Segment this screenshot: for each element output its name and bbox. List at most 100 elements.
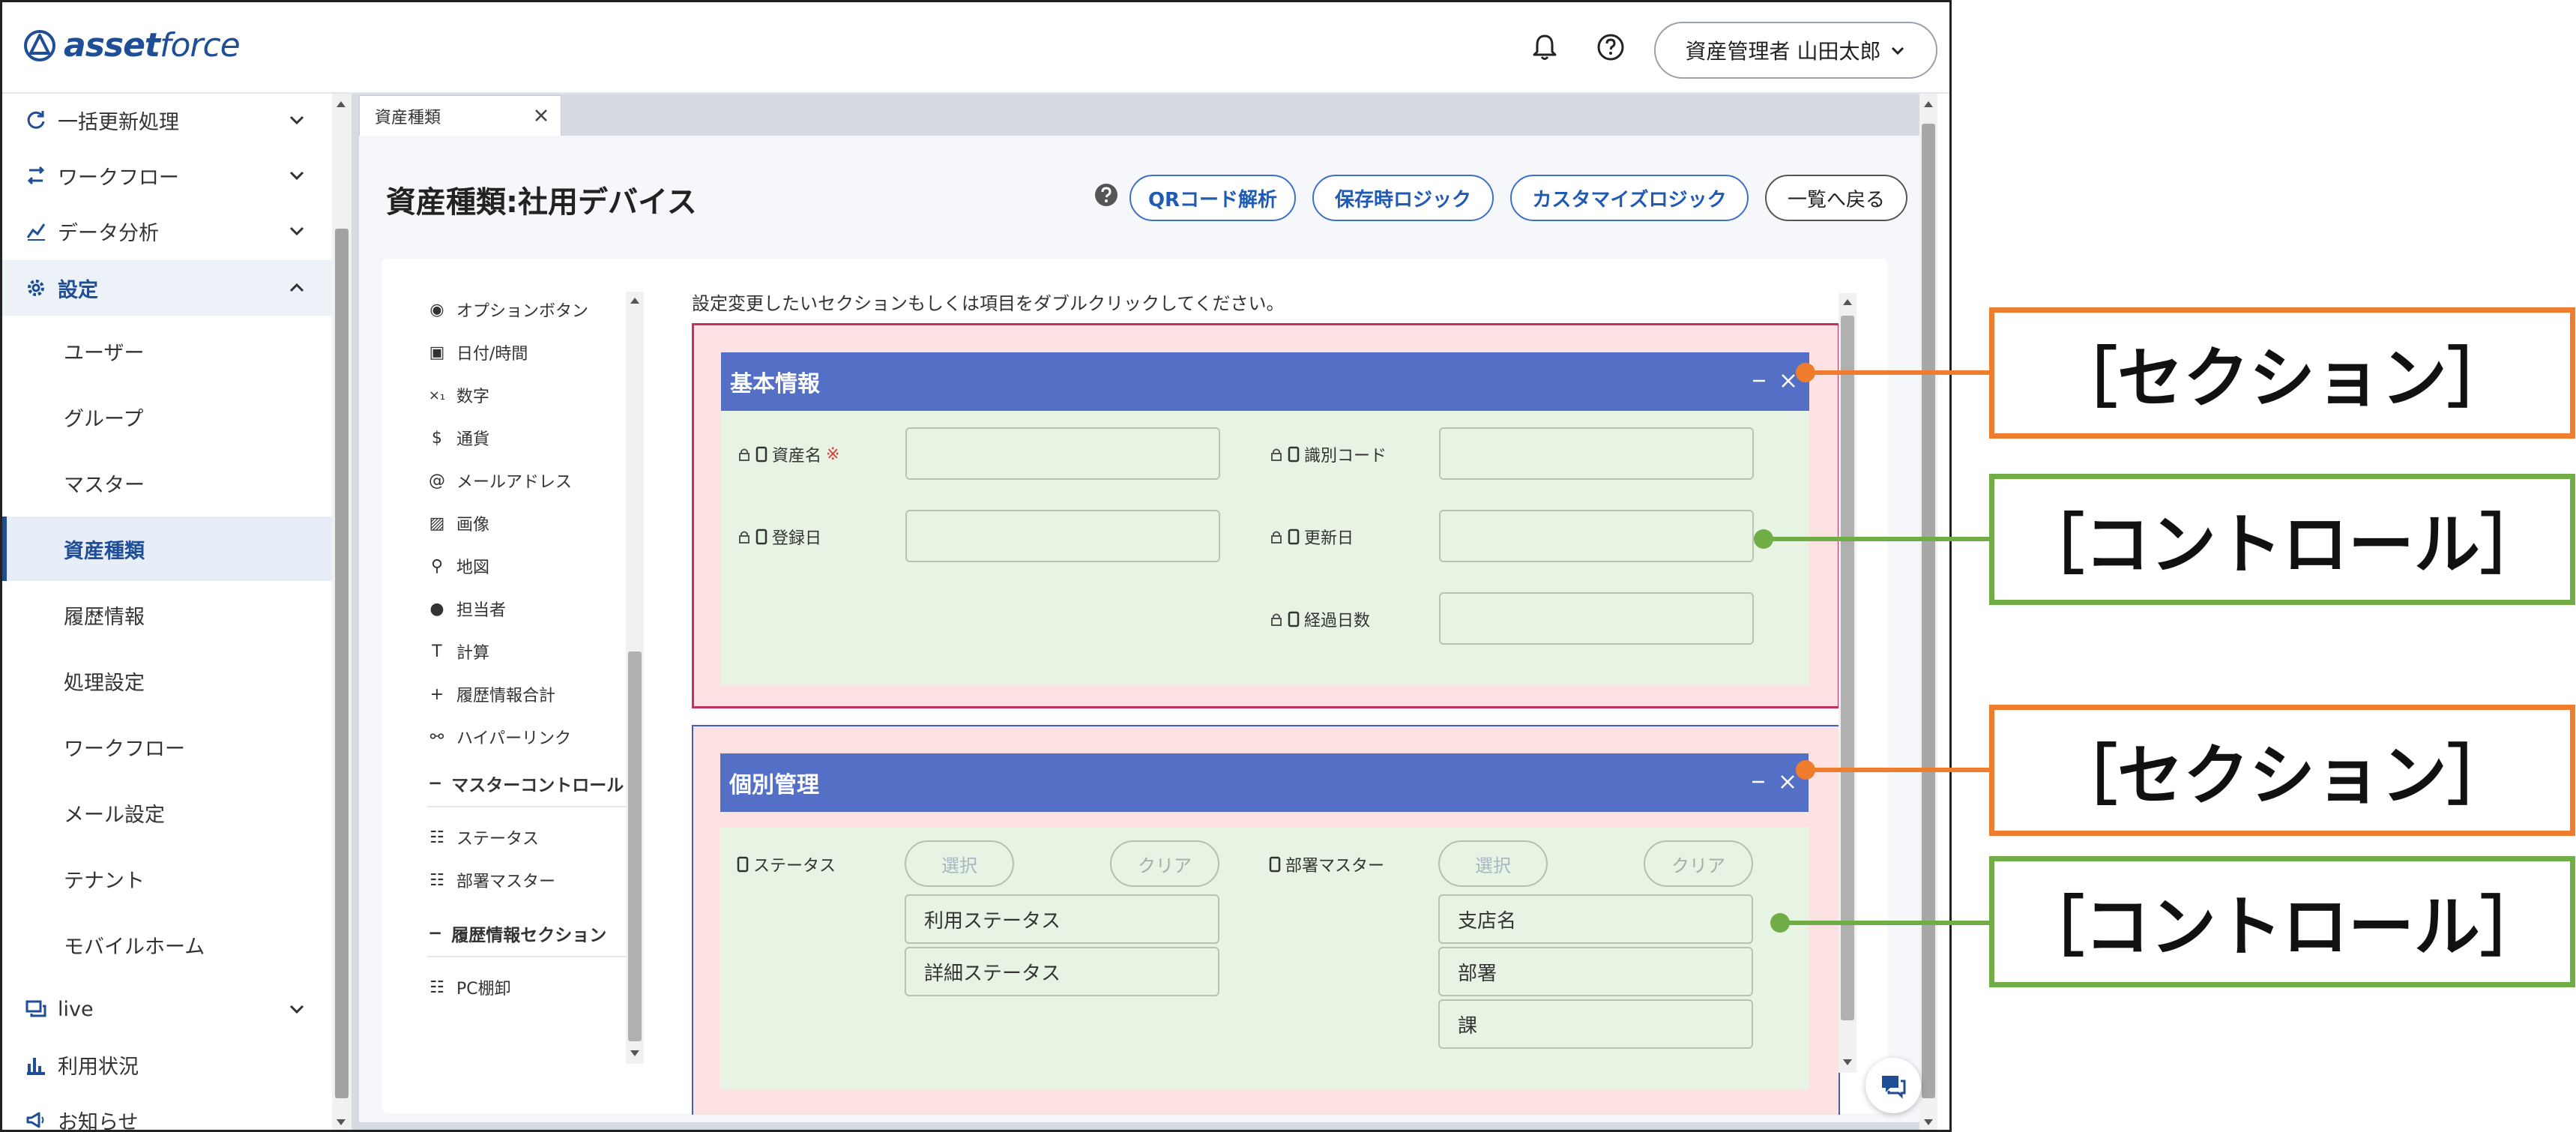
palette-item-status[interactable]: ☷ ステータス	[428, 822, 539, 852]
sidebar-item-news[interactable]: お知らせ	[2, 1094, 332, 1130]
palette-item-label: 画像	[456, 516, 490, 535]
help-icon[interactable]	[1596, 32, 1626, 62]
chevron-up-icon	[289, 283, 304, 292]
scroll-up-arrow-icon[interactable]	[630, 298, 639, 304]
sidebar-item-settings[interactable]: 設定	[2, 260, 332, 316]
field-label-asset-name[interactable]: 資産名 ※	[737, 439, 839, 469]
mobile-icon	[755, 446, 767, 463]
qr-code-analysis-button[interactable]: QRコード解析	[1129, 175, 1296, 221]
sidebar-item-workflow[interactable]: ワークフロー	[2, 149, 332, 202]
instruction-text: 設定変更したいセクションもしくは項目をダブルクリックしてください。	[692, 293, 1285, 314]
palette-item-image[interactable]: ▨ 画像	[428, 508, 489, 538]
dept-clear-button[interactable]: クリア	[1644, 840, 1753, 887]
palette-item-label: 通貨	[456, 430, 490, 449]
palette-item-datetime[interactable]: ▣ 日付/時間	[428, 337, 528, 367]
bell-icon[interactable]	[1530, 32, 1560, 62]
plus-icon: +	[429, 684, 444, 704]
palette-item-hyperlink[interactable]: ⚯ ハイパーリンク	[428, 722, 571, 752]
scroll-down-arrow-icon[interactable]	[337, 1119, 346, 1125]
dept-select-button[interactable]: 選択	[1438, 840, 1548, 887]
palette-item-history-total[interactable]: + 履歴情報合計	[428, 679, 555, 709]
scroll-up-arrow-icon[interactable]	[1843, 299, 1852, 305]
sidebar-item-processing[interactable]: 処理設定	[2, 648, 332, 713]
palette-item-number[interactable]: ×₁ 数字	[428, 380, 489, 410]
close-icon[interactable]	[532, 106, 550, 124]
field-label-dept-master[interactable]: 部署マスター	[1269, 849, 1384, 879]
section-basic-info[interactable]: 基本情報 資産名 ※ 識別コード 登録日 更新日 経過日数	[692, 323, 1840, 708]
palette-group-history[interactable]: − 履歴情報セクション	[428, 918, 606, 948]
sidebar-item-mail[interactable]: メール設定	[2, 780, 332, 845]
sidebar-item-live[interactable]: live	[2, 983, 332, 1035]
scroll-down-arrow-icon[interactable]	[1843, 1059, 1852, 1065]
dept-sub-field[interactable]: 部署	[1438, 947, 1753, 996]
palette-group-master[interactable]: − マスターコントロール	[428, 768, 624, 798]
sidebar-item-tenant[interactable]: テナント	[2, 846, 332, 911]
sidebar-item-mobile-home[interactable]: モバイルホーム	[2, 912, 332, 977]
status-select-button[interactable]: 選択	[905, 840, 1014, 887]
sidebar-scroll-thumb[interactable]	[335, 229, 349, 1098]
scroll-up-arrow-icon[interactable]	[1924, 101, 1933, 107]
minimize-icon[interactable]	[1749, 771, 1768, 791]
scroll-down-arrow-icon[interactable]	[630, 1050, 639, 1056]
sidebar-item-groups[interactable]: グループ	[2, 385, 332, 449]
palette-item-option-button[interactable]: ◉ オプションボタン	[428, 295, 588, 325]
palette-item-email[interactable]: @ メールアドレス	[428, 466, 572, 496]
sidebar-item-asset-types[interactable]: 資産種類	[2, 517, 332, 581]
palette-scroll-thumb[interactable]	[628, 651, 642, 1041]
close-icon[interactable]	[1777, 771, 1798, 792]
main-scroll-thumb[interactable]	[1922, 124, 1935, 1098]
sidebar-item-label: データ分析	[58, 221, 159, 245]
tab-asset-types[interactable]: 資産種類	[359, 95, 561, 136]
layout-scroll-thumb[interactable]	[1841, 316, 1854, 1020]
section-header[interactable]: 個別管理	[720, 753, 1809, 812]
palette-item-dept-master[interactable]: ☷ 部署マスター	[428, 865, 555, 895]
main-scrollbar[interactable]	[1919, 94, 1937, 1130]
asset-name-input[interactable]	[905, 427, 1220, 480]
field-label-id-code[interactable]: 識別コード	[1270, 439, 1387, 469]
sidebar-item-workflow-settings[interactable]: ワークフロー	[2, 714, 332, 779]
sidebar-item-master[interactable]: マスター	[2, 451, 332, 515]
sidebar-item-analytics[interactable]: データ分析	[2, 205, 332, 257]
scroll-up-arrow-icon[interactable]	[337, 101, 346, 107]
field-label-elapsed-days[interactable]: 経過日数	[1270, 604, 1370, 634]
back-to-list-button[interactable]: 一覧へ戻る	[1765, 175, 1907, 221]
elapsed-days-input[interactable]	[1439, 592, 1754, 645]
palette-item-assignee[interactable]: ● 担当者	[428, 594, 506, 624]
minimize-icon[interactable]	[1749, 370, 1769, 390]
help-icon[interactable]	[1094, 182, 1119, 208]
registered-date-input[interactable]	[905, 510, 1220, 562]
user-menu-button[interactable]: 資産管理者 山田太郎	[1654, 22, 1937, 79]
status-sub-field[interactable]: 利用ステータス	[905, 894, 1219, 944]
bar-chart-icon	[27, 1058, 45, 1075]
palette-scrollbar[interactable]	[626, 292, 644, 1064]
palette-item-map[interactable]: ⚲ 地図	[428, 551, 489, 581]
field-label-status[interactable]: ステータス	[737, 849, 836, 879]
sidebar-item-bulk-update[interactable]: 一括更新処理	[2, 94, 332, 146]
dept-sub-field[interactable]: 支店名	[1438, 894, 1753, 944]
updated-date-input[interactable]	[1439, 510, 1754, 562]
sidebar-scrollbar[interactable]	[332, 94, 352, 1130]
sidebar-item-history[interactable]: 履歴情報	[2, 582, 332, 647]
chat-button[interactable]	[1865, 1058, 1921, 1113]
save-logic-button[interactable]: 保存時ロジック	[1312, 175, 1494, 221]
logo[interactable]: assetforce	[23, 26, 241, 64]
palette-item-label: 地図	[456, 559, 490, 577]
section-header[interactable]: 基本情報	[721, 352, 1809, 411]
id-code-input[interactable]	[1439, 427, 1754, 480]
scroll-down-arrow-icon[interactable]	[1924, 1119, 1933, 1125]
section-individual-management[interactable]: 個別管理 ステータス 選択 クリア 利用ステータス 詳細ステータス 部署マスター…	[692, 725, 1840, 1115]
status-sub-field[interactable]: 詳細ステータス	[905, 947, 1219, 996]
field-label-registered-date[interactable]: 登録日	[737, 522, 821, 552]
sidebar-item-usage[interactable]: 利用状況	[2, 1038, 332, 1091]
sidebar-item-users[interactable]: ユーザー	[2, 319, 332, 383]
dept-sub-field[interactable]: 課	[1438, 999, 1753, 1049]
customize-logic-button[interactable]: カスタマイズロジック	[1510, 175, 1749, 221]
status-clear-button[interactable]: クリア	[1110, 840, 1219, 887]
palette-item-calculation[interactable]: T 計算	[428, 636, 489, 666]
palette-item-pc-inventory[interactable]: ☷ PC棚卸	[428, 972, 511, 1002]
text-t-icon: T	[432, 642, 442, 661]
layout-scrollbar[interactable]	[1839, 293, 1856, 1073]
palette-item-currency[interactable]: $ 通貨	[428, 423, 489, 453]
field-label-updated-date[interactable]: 更新日	[1270, 522, 1354, 552]
sidebar: 一括更新処理 ワークフロー データ分析 設定 ユーザー グループ マスター 資産…	[2, 94, 332, 1130]
